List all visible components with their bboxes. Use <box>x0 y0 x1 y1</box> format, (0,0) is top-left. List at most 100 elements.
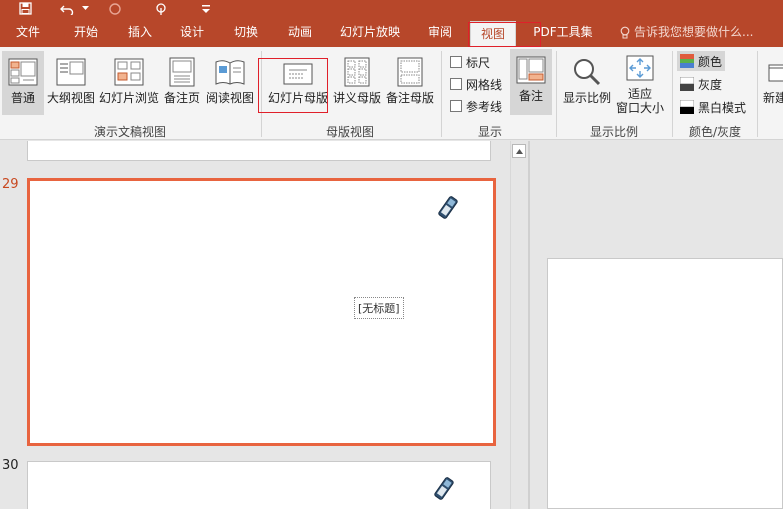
black-white-label: 黑白模式 <box>698 100 747 115</box>
fit-window-label: 适应 窗口大小 <box>616 87 664 115</box>
tell-me-search[interactable]: 告诉我您想要做什么... <box>620 17 753 47</box>
tell-me-placeholder: 告诉我您想要做什么... <box>634 25 754 39</box>
group-separator <box>757 51 758 137</box>
handout-master-icon <box>344 51 370 87</box>
tab-insert[interactable]: 插入 <box>120 17 160 47</box>
guides-label: 参考线 <box>466 99 503 114</box>
lightbulb-icon <box>620 26 630 38</box>
slide-master-icon <box>283 51 313 87</box>
black-white-option[interactable]: 黑白模式 <box>677 97 749 117</box>
touch-mode-icon[interactable] <box>152 0 170 17</box>
notes-page-label: 备注页 <box>163 91 200 105</box>
color-option[interactable]: 颜色 <box>677 51 726 71</box>
ruler-checkbox-box[interactable] <box>450 56 462 68</box>
fit-window-label-line2: 窗口大小 <box>615 101 664 115</box>
normal-view-label: 普通 <box>10 91 35 105</box>
new-window-icon <box>763 51 783 87</box>
guides-checkbox-box[interactable] <box>450 100 462 112</box>
slide-canvas[interactable] <box>547 258 783 509</box>
title-bar <box>0 0 783 17</box>
tab-slideshow[interactable]: 幻灯片放映 <box>334 17 406 47</box>
tab-design[interactable]: 设计 <box>172 17 212 47</box>
normal-view-button[interactable]: 普通 <box>2 51 44 115</box>
handout-master-label: 讲义母版 <box>332 91 381 105</box>
undo-icon[interactable] <box>58 0 76 17</box>
group-separator <box>672 51 673 137</box>
fit-window-button[interactable]: 适应 窗口大小 <box>614 51 666 115</box>
slide-number-29: 29 <box>2 177 19 192</box>
notes-button[interactable]: 备注 <box>510 49 552 115</box>
notes-label: 备注 <box>518 89 543 103</box>
customize-icon[interactable] <box>200 0 212 17</box>
outline-view-label: 大纲视图 <box>46 91 95 105</box>
scroll-up-arrow-icon[interactable] <box>512 144 526 158</box>
new-window-label: 新建 <box>762 91 783 105</box>
slide-thumbnail-28[interactable] <box>27 141 491 161</box>
notes-master-button[interactable]: 备注母版 <box>384 51 436 115</box>
grayscale-swatch-icon <box>679 76 695 91</box>
normal-view-icon <box>8 51 38 87</box>
zoom-icon <box>572 51 602 87</box>
ruler-label: 标尺 <box>466 55 491 70</box>
slide-thumbnail-30[interactable] <box>27 461 491 509</box>
show-group-label: 显示 <box>477 125 502 139</box>
notes-page-icon <box>167 51 197 87</box>
notes-master-label: 备注母版 <box>385 91 434 105</box>
guides-checkbox[interactable]: 参考线 <box>450 97 502 115</box>
tab-view[interactable]: 视图 <box>470 21 516 47</box>
color-label: 颜色 <box>698 54 723 69</box>
ruler-checkbox[interactable]: 标尺 <box>450 53 490 71</box>
group-separator <box>441 51 442 137</box>
tab-review[interactable]: 审阅 <box>420 17 460 47</box>
zoom-button[interactable]: 显示比例 <box>560 51 614 115</box>
undo-dropdown-icon[interactable] <box>80 0 90 17</box>
gridlines-label: 网格线 <box>466 77 503 92</box>
save-icon[interactable] <box>16 0 34 17</box>
redo-icon[interactable] <box>106 0 124 17</box>
tab-pdf-tools[interactable]: PDF工具集 <box>528 17 598 47</box>
grayscale-option[interactable]: 灰度 <box>677 74 725 94</box>
tab-file[interactable]: 文件 <box>8 17 48 47</box>
slide-sorter-button[interactable]: 幻灯片浏览 <box>98 51 160 115</box>
presentation-views-group-label: 演示文稿视图 <box>93 125 166 139</box>
mobile-phone-icon <box>435 195 459 221</box>
reading-view-label: 阅读视图 <box>205 91 254 105</box>
notes-icon <box>516 49 546 85</box>
reading-view-button[interactable]: 阅读视图 <box>204 51 256 115</box>
slide-sorter-icon <box>114 51 144 87</box>
slide-thumbnail-pane[interactable]: 29 30 <box>0 141 510 509</box>
color-swatch-icon <box>680 54 694 68</box>
tab-animations[interactable]: 动画 <box>280 17 320 47</box>
group-separator <box>556 51 557 137</box>
untitled-tooltip: [无标题] <box>354 297 404 319</box>
gridlines-checkbox-box[interactable] <box>450 78 462 90</box>
notes-master-icon <box>397 51 423 87</box>
grayscale-label: 灰度 <box>698 77 723 92</box>
notes-page-button[interactable]: 备注页 <box>162 51 202 115</box>
new-window-button[interactable]: 新建 <box>760 51 783 115</box>
slide-thumbnail-29[interactable] <box>27 178 496 446</box>
outline-view-icon <box>56 51 86 87</box>
outline-view-button[interactable]: 大纲视图 <box>46 51 96 115</box>
color-grayscale-group-label: 颜色/灰度 <box>688 125 742 139</box>
zoom-group-label: 显示比例 <box>589 125 638 139</box>
mobile-phone-icon <box>431 476 455 502</box>
reading-view-icon <box>214 51 246 87</box>
fit-window-icon <box>625 51 655 83</box>
handout-master-button[interactable]: 讲义母版 <box>332 51 382 115</box>
slide-editor-pane <box>530 141 783 509</box>
thumbnail-scrollbar[interactable] <box>510 141 527 509</box>
fit-window-label-line1: 适应 <box>627 87 652 101</box>
slide-master-label: 幻灯片母版 <box>267 91 328 105</box>
ribbon: 普通 大纲视图 幻灯片浏览 备注页 阅读视图 演示文稿视图 幻灯片母版 讲义母版… <box>0 47 783 186</box>
slide-number-30: 30 <box>2 458 19 473</box>
black-white-swatch-icon <box>679 99 695 114</box>
slide-sorter-label: 幻灯片浏览 <box>98 91 159 105</box>
slide-master-button[interactable]: 幻灯片母版 <box>266 51 330 115</box>
master-views-group-label: 母版视图 <box>325 125 374 139</box>
tab-transitions[interactable]: 切换 <box>226 17 266 47</box>
zoom-label: 显示比例 <box>562 91 611 105</box>
group-separator <box>261 51 262 137</box>
gridlines-checkbox[interactable]: 网格线 <box>450 75 502 93</box>
tab-home[interactable]: 开始 <box>66 17 106 47</box>
